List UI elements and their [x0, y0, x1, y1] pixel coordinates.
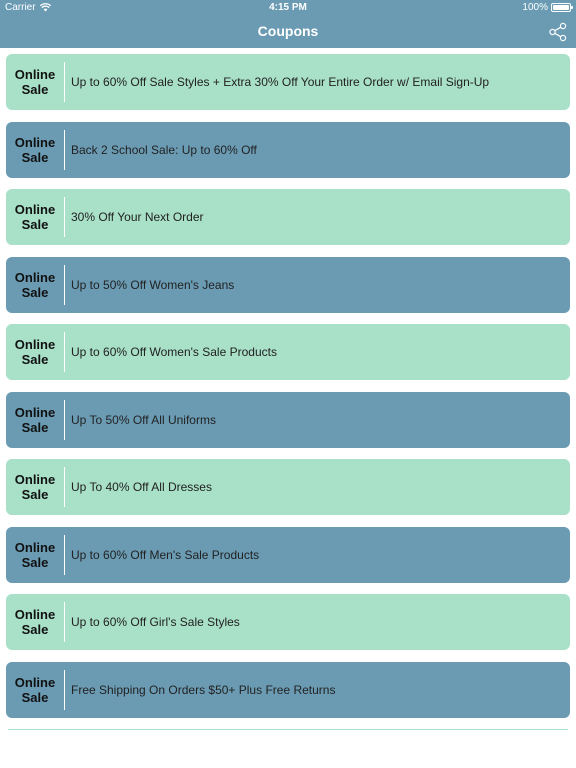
- coupon-description: 30% Off Your Next Order: [71, 210, 204, 224]
- coupon-badge: Online Sale: [14, 67, 56, 97]
- coupon-divider: [64, 399, 65, 440]
- battery-percent: 100%: [522, 2, 548, 13]
- battery-indicator: 100%: [522, 2, 573, 13]
- coupon-divider: [64, 332, 65, 372]
- coupon-divider: [64, 197, 65, 237]
- coupon-badge: Online Sale: [14, 674, 56, 705]
- coupon-description: Up to 60% Off Women's Sale Products: [71, 345, 277, 359]
- coupon-divider: [64, 264, 65, 305]
- coupon-row[interactable]: Online Sale Up to 50% Off Women's Jeans: [6, 256, 570, 313]
- coupon-divider: [64, 602, 65, 642]
- coupon-badge: Online Sale: [14, 202, 56, 232]
- coupon-divider: [64, 62, 65, 102]
- coupon-row[interactable]: Online Sale Up to 60% Off Women's Sale P…: [6, 324, 570, 380]
- coupon-description: Free Shipping On Orders $50+ Plus Free R…: [71, 682, 336, 697]
- coupon-description: Up to 50% Off Women's Jeans: [71, 277, 235, 292]
- coupon-divider: [64, 534, 65, 575]
- coupon-description: Up To 40% Off All Dresses: [71, 480, 212, 494]
- coupon-divider: [64, 669, 65, 710]
- coupon-badge: Online Sale: [14, 337, 56, 367]
- coupon-badge: Online Sale: [14, 269, 56, 300]
- coupon-row[interactable]: Online Sale Up to 60% Off Sale Styles + …: [6, 54, 570, 110]
- coupon-description: Up to 60% Off Men's Sale Products: [71, 547, 260, 562]
- coupon-row[interactable]: Online Sale Up To 40% Off All Dresses: [6, 459, 570, 515]
- coupon-badge: Online Sale: [14, 539, 56, 570]
- coupon-description: Up to 60% Off Sale Styles + Extra 30% Of…: [71, 75, 490, 89]
- coupon-row[interactable]: Online Sale Free Shipping On Orders $50+…: [6, 661, 570, 718]
- coupon-badge: Online Sale: [14, 404, 56, 435]
- coupon-row[interactable]: Online Sale 30% Off Your Next Order: [6, 189, 570, 245]
- coupon-badge: Online Sale: [14, 472, 56, 502]
- share-icon[interactable]: [548, 22, 568, 42]
- coupon-row[interactable]: Online Sale Up To 50% Off All Uniforms: [6, 391, 570, 448]
- coupon-row[interactable]: Online Sale Back 2 School Sale: Up to 60…: [6, 121, 570, 178]
- coupon-list: Online Sale Up to 60% Off Sale Styles + …: [6, 54, 570, 729]
- coupon-description: Back 2 School Sale: Up to 60% Off: [71, 142, 257, 157]
- battery-icon: [551, 3, 573, 12]
- coupon-badge: Online Sale: [14, 607, 56, 637]
- coupon-row[interactable]: Online Sale Up to 60% Off Girl's Sale St…: [6, 594, 570, 650]
- coupon-divider: [64, 129, 65, 170]
- status-time: 4:15 PM: [269, 2, 307, 13]
- page-title: Coupons: [257, 23, 319, 39]
- status-bar: Carrier 4:15 PM 100%: [0, 0, 576, 16]
- coupon-divider: [64, 467, 65, 507]
- coupon-description: Up to 60% Off Girl's Sale Styles: [71, 615, 240, 629]
- coupon-description: Up To 50% Off All Uniforms: [71, 412, 216, 427]
- coupon-row[interactable]: Online Sale Up to 60% Off Men's Sale Pro…: [6, 526, 570, 583]
- nav-bar: Carrier 4:15 PM 100% Coupons: [0, 0, 576, 48]
- list-bottom-divider: [8, 729, 568, 730]
- coupon-badge: Online Sale: [14, 134, 56, 165]
